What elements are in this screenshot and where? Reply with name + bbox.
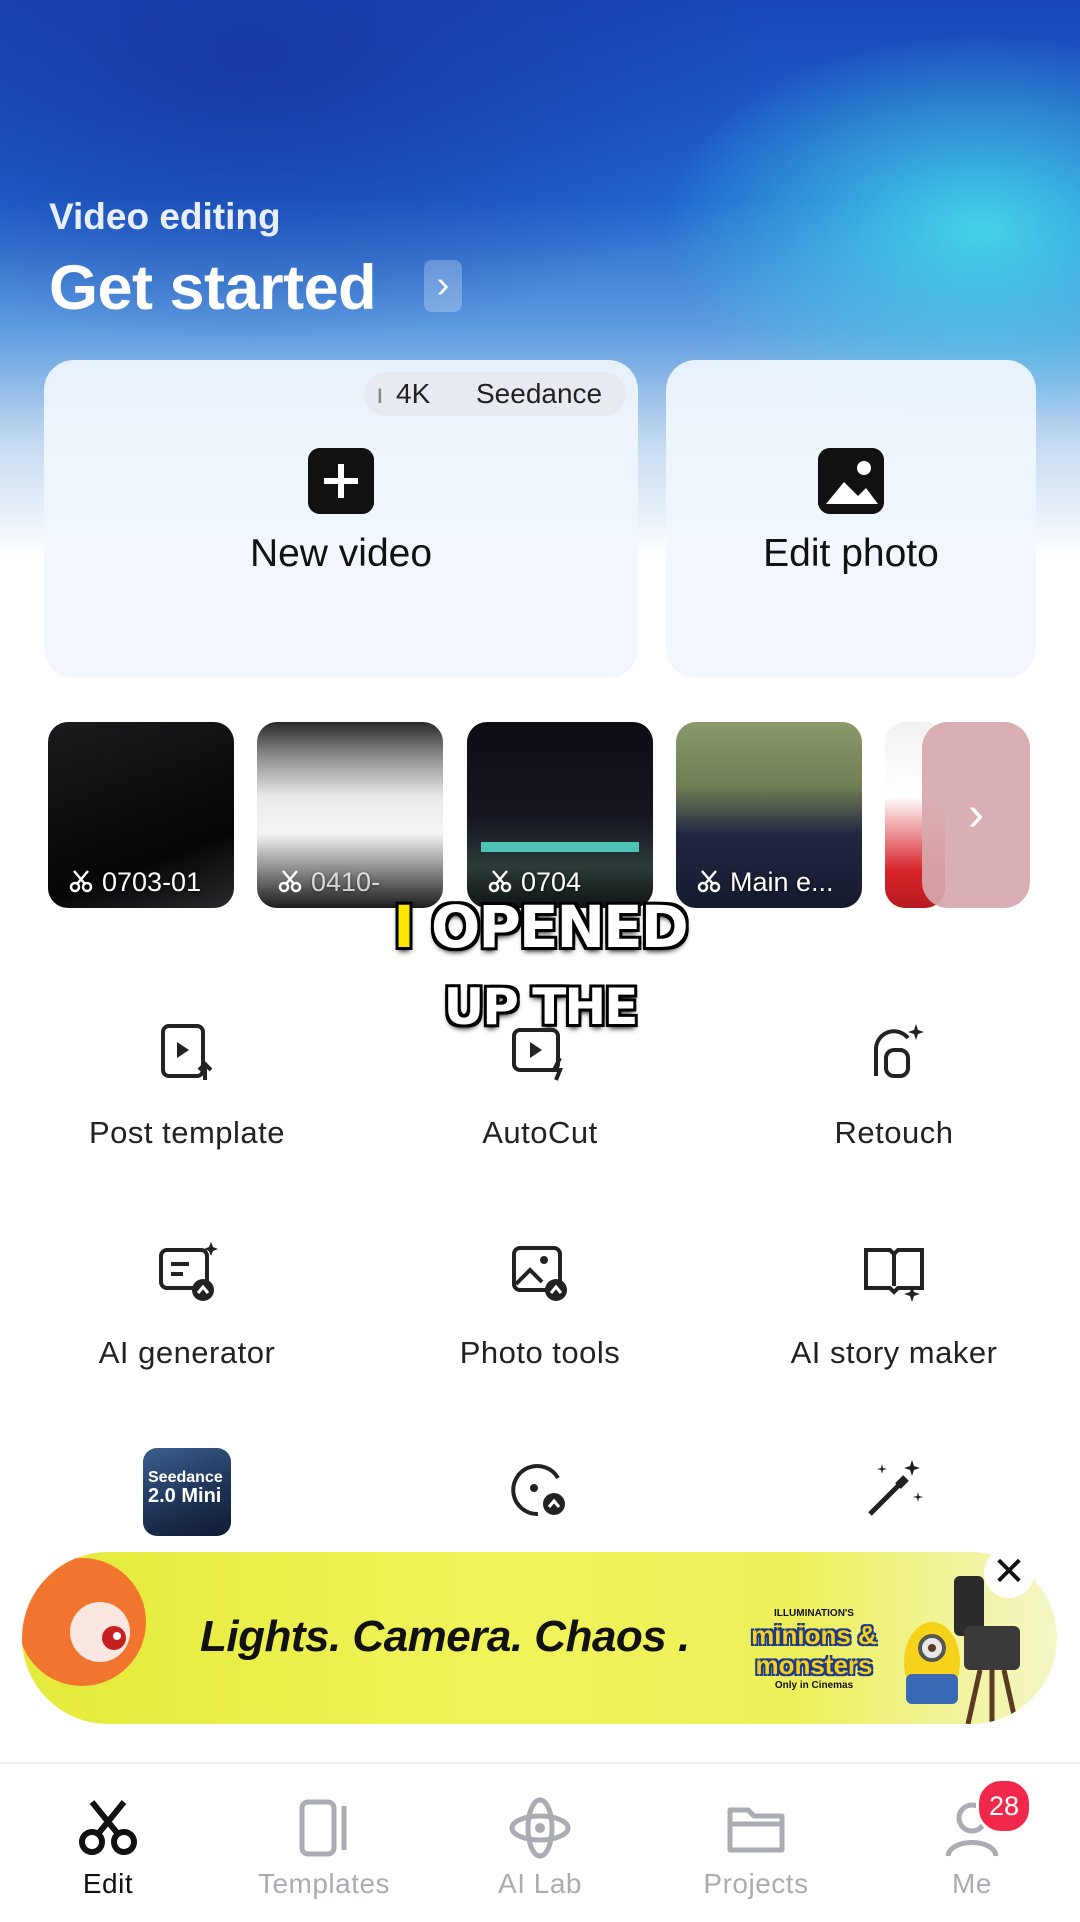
tool-photo-tools[interactable]: Photo tools <box>360 1240 720 1380</box>
tab-edit[interactable]: Edit <box>0 1764 216 1922</box>
tab-label: Me <box>952 1868 992 1899</box>
ad-banner[interactable]: Lights. Camera. Chaos . ILLUMINATION'S m… <box>22 1552 1057 1724</box>
tool-label: AI story maker <box>790 1335 998 1370</box>
tab-ai-lab[interactable]: AI Lab <box>432 1764 648 1922</box>
tool-autocut[interactable]: AutoCut <box>360 1020 720 1160</box>
ad-brand-logo: ILLUMINATION'S minions & monsters Only i… <box>744 1608 884 1691</box>
caption-word: OPENED <box>431 893 689 961</box>
ad-brand-name: minions & monsters <box>751 1620 877 1680</box>
timeline-strip <box>481 842 639 852</box>
tab-projects[interactable]: Projects <box>648 1764 864 1922</box>
magic-wand-icon[interactable] <box>862 1458 926 1522</box>
new-video-card[interactable]: ı 4K Seedance New video <box>44 360 638 678</box>
recent-project-thumb[interactable]: 0410- <box>257 722 443 908</box>
pill-divider: ı <box>376 378 384 409</box>
tool-retouch[interactable]: Retouch <box>714 1020 1074 1160</box>
section-subtitle: Video editing <box>49 196 281 237</box>
autocut-icon <box>512 1028 563 1081</box>
more-projects-chevron-icon[interactable]: › <box>922 722 1030 908</box>
ai-generator-icon <box>159 1242 218 1301</box>
tab-label: Edit <box>82 1868 134 1899</box>
scissors-icon <box>278 870 302 893</box>
pill-seedance-label: Seedance <box>476 378 603 409</box>
tool-ai-story-maker[interactable]: AI story maker <box>714 1240 1074 1380</box>
retouch-icon <box>874 1024 924 1078</box>
plus-icon <box>308 448 374 514</box>
tab-label: AI Lab <box>498 1868 582 1899</box>
chevron-right-icon[interactable]: › <box>424 260 462 312</box>
scissors-icon <box>488 870 512 893</box>
tool-ai-generator[interactable]: AI generator <box>7 1240 367 1380</box>
recent-project-thumb[interactable]: 0704 <box>467 722 653 908</box>
new-video-label: New video <box>249 532 433 575</box>
seedance-tile-line2: 2.0 Mini <box>148 1485 222 1507</box>
folder-icon <box>727 1807 785 1853</box>
recent-project-thumb[interactable]: Main e... <box>676 722 862 908</box>
tab-label: Templates <box>257 1868 391 1899</box>
photo-tools-icon <box>512 1246 567 1301</box>
tab-me[interactable]: Me <box>864 1764 1080 1922</box>
scissors-icon <box>697 870 721 893</box>
tool-label: Retouch <box>834 1115 954 1150</box>
tool-label: AI generator <box>98 1335 276 1370</box>
page-title[interactable]: Get started <box>49 252 377 324</box>
tool-label: Post template <box>88 1115 286 1150</box>
ad-headline: Lights. Camera. Chaos . <box>200 1612 690 1661</box>
pill-4k-label: 4K <box>396 378 431 409</box>
notification-badge: 28 <box>976 1778 1032 1834</box>
ad-brand-top: ILLUMINATION'S <box>774 1608 854 1619</box>
photo-icon <box>818 448 884 514</box>
templates-icon <box>299 1799 347 1857</box>
scissors-icon <box>79 1800 137 1855</box>
edit-photo-label: Edit photo <box>763 532 939 575</box>
feature-pill: ı 4K Seedance <box>364 372 626 416</box>
ad-brand-sub: Only in Cinemas <box>774 1680 854 1691</box>
scissors-icon <box>69 870 93 893</box>
tool-post-template[interactable]: Post template <box>7 1020 367 1160</box>
ai-tool-icon[interactable] <box>508 1458 572 1522</box>
tool-label: AutoCut <box>482 1115 598 1150</box>
edit-photo-card[interactable]: Edit photo <box>666 360 1036 678</box>
video-caption-line-1: I OPENED <box>0 893 1080 961</box>
ai-lab-icon <box>509 1797 571 1859</box>
ad-close-button[interactable]: ✕ <box>984 1548 1034 1598</box>
post-template-icon <box>161 1024 213 1080</box>
bottom-tab-bar: Edit Templates AI Lab Projects Me <box>0 1762 1080 1922</box>
seedance-tool-tile[interactable]: Seedance 2.0 Mini <box>143 1448 231 1536</box>
ad-character-art <box>22 1558 146 1686</box>
tab-label: Projects <box>703 1868 809 1899</box>
recent-project-thumb[interactable]: 0703-01 <box>48 722 234 908</box>
tool-label: Photo tools <box>459 1335 621 1370</box>
tab-templates[interactable]: Templates <box>216 1764 432 1922</box>
caption-highlight: I <box>393 893 415 961</box>
ai-story-maker-icon <box>864 1248 924 1302</box>
